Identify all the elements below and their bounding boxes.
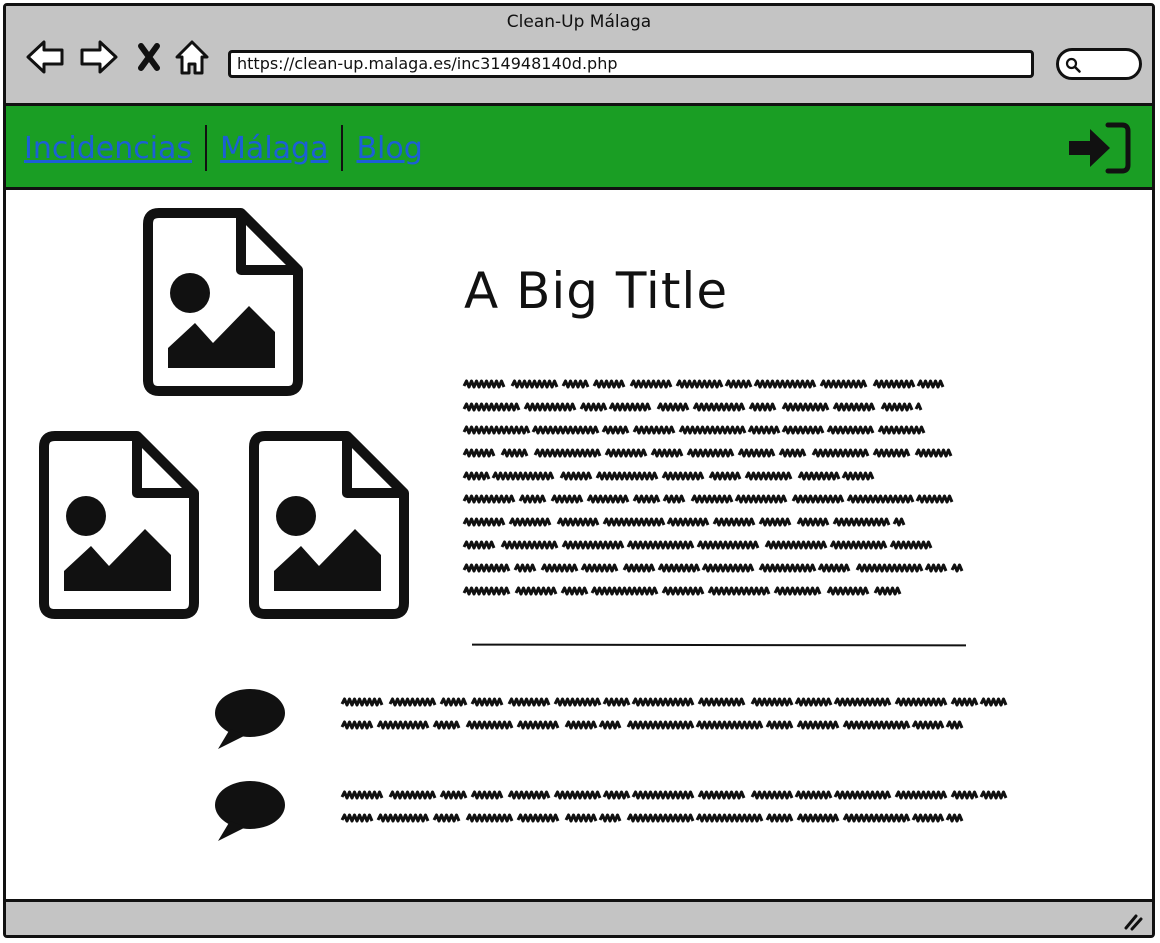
nav-separator <box>205 125 208 171</box>
forward-arrow-icon[interactable] <box>78 37 120 77</box>
window-title: Clean-Up Málaga <box>506 12 652 32</box>
search-field[interactable] <box>1056 48 1142 80</box>
resize-grip-icon[interactable] <box>1122 911 1144 931</box>
status-bar <box>6 899 1152 935</box>
home-icon[interactable] <box>172 37 212 77</box>
nav-link-blog[interactable]: Blog <box>356 131 422 166</box>
image-icon <box>143 208 305 398</box>
scribble-line <box>462 448 953 458</box>
search-icon <box>1065 57 1081 73</box>
comment-text-placeholder <box>340 785 1016 837</box>
browser-window: Clean-Up Málaga https://clean-up.malaga.… <box>3 3 1155 938</box>
scribble-line <box>462 563 964 573</box>
scribble-line <box>462 471 875 481</box>
scribble-line <box>340 697 1008 707</box>
scribble-line <box>340 790 1008 800</box>
url-field[interactable]: https://clean-up.malaga.es/inc314948140d… <box>228 50 1034 78</box>
body-text-placeholder <box>462 374 972 610</box>
site-navbar: Incidencias Málaga Blog <box>6 106 1152 190</box>
divider <box>471 643 967 647</box>
nav-links: Incidencias Málaga Blog <box>24 124 423 172</box>
scribble-line <box>462 540 933 550</box>
scribble-line <box>462 402 923 412</box>
scribble-line <box>462 494 954 504</box>
scribble-line <box>340 720 964 730</box>
speech-bubble-icon <box>212 779 288 845</box>
scribble-line <box>340 813 964 823</box>
sign-in-icon[interactable] <box>1066 120 1132 176</box>
close-icon[interactable] <box>134 37 164 77</box>
nav-separator <box>341 125 344 171</box>
page-title: A Big Title <box>464 262 729 320</box>
comment-text-placeholder <box>340 692 1016 744</box>
scribble-line <box>462 379 945 389</box>
nav-link-malaga[interactable]: Málaga <box>220 131 328 166</box>
speech-bubble-icon <box>212 687 288 753</box>
scribble-line <box>462 517 906 527</box>
nav-link-incidencias[interactable]: Incidencias <box>24 131 192 166</box>
browser-chrome: Clean-Up Málaga https://clean-up.malaga.… <box>6 6 1152 106</box>
image-icon <box>39 431 201 621</box>
back-arrow-icon[interactable] <box>24 37 66 77</box>
scribble-line <box>462 586 902 596</box>
image-icon <box>249 431 411 621</box>
scribble-line <box>462 425 926 435</box>
